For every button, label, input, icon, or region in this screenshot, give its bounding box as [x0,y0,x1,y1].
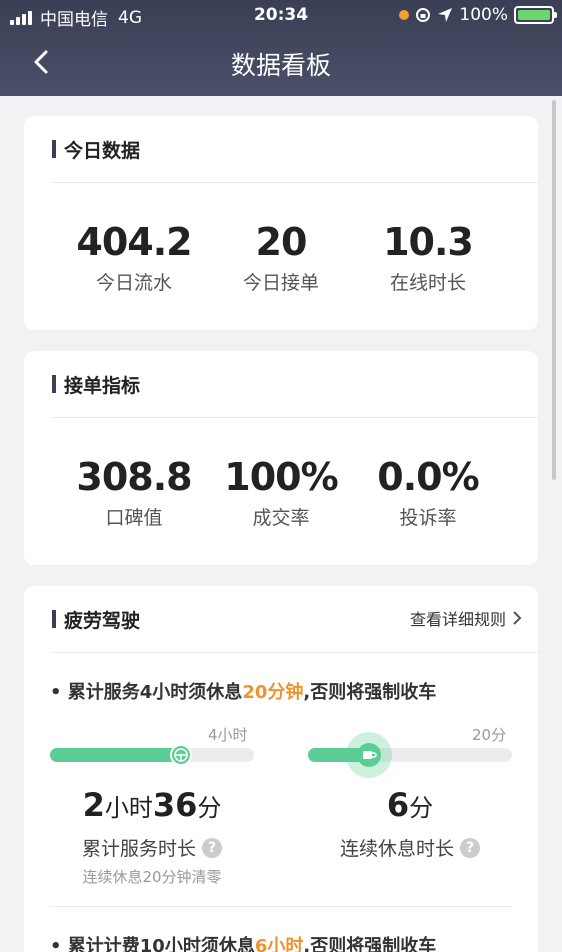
header: 中国电信 4G 20:34 100% 数据看板 [0,0,562,96]
battery-percent: 100% [459,5,508,25]
label-text: 累计服务时长 [81,838,196,860]
fatigue-driving-card: 疲劳驾驶 查看详细规则 • 累计服务4小时须休息20分钟,否则将强制收车 4小时… [24,586,538,952]
rule-billing-hours: • 累计计费10小时须休息6小时,否则将强制收车 [50,932,436,952]
chevron-right-icon [513,611,522,625]
divider [52,652,538,653]
view-rules-label: 查看详细规则 [409,610,506,629]
service-reset-note: 连续休息20分钟清零 [82,868,222,886]
stat-label: 在线时长 [389,272,466,294]
service-progress-bar [50,748,254,762]
rule-text: 累计计费10小时须休息 [67,936,255,952]
stat-value: 20 [255,220,308,264]
divider [52,417,538,418]
scrollbar[interactable] [552,100,556,480]
stat-complaint-rate: 0.0% 投诉率 [348,455,508,530]
rest-duration-label: 连续休息时长 ? [300,834,520,861]
stat-value: 308.8 [76,455,192,499]
stat-label: 投诉率 [399,507,457,529]
stat-today-revenue: 404.2 今日流水 [54,220,214,295]
service-cap-label: 4小时 [208,726,248,744]
today-data-card: 今日数据 404.2 今日流水 20 今日接单 10.3 在线时长 [24,116,538,330]
view-rules-link[interactable]: 查看详细规则 [410,606,522,630]
stat-value: 0.0% [377,455,479,499]
minutes-unit: 分 [409,794,434,822]
service-progress-fill [50,748,181,762]
battery-icon [514,6,557,24]
stat-label: 今日流水 [95,272,172,294]
rule-highlight: 20分钟 [242,682,304,703]
today-card-title: 今日数据 [52,136,140,163]
minutes-unit: 分 [197,794,222,822]
stat-value: 10.3 [383,220,474,264]
orders-card-title: 接单指标 [52,371,140,398]
rest-cap-label: 20分 [472,726,507,744]
fatigue-card-title: 疲劳驾驶 [52,606,140,633]
stat-online-hours: 10.3 在线时长 [348,220,508,295]
minutes-value: 6 [386,786,410,824]
divider [52,182,538,183]
coffee-cup-icon [346,732,393,778]
hours-value: 2 [82,786,105,824]
label-text: 连续休息时长 [339,838,454,860]
rule-text: ,否则将强制收车 [303,682,437,703]
order-metrics-card: 接单指标 308.8 口碑值 100% 成交率 0.0% 投诉率 [24,351,538,565]
help-question-icon[interactable]: ? [202,837,222,858]
stat-today-orders: 20 今日接单 [201,220,361,295]
steering-wheel-icon [169,744,192,766]
stat-value: 100% [224,455,338,499]
divider [50,906,512,907]
orientation-lock-icon [416,8,431,22]
rule-service-hours: • 累计服务4小时须休息20分钟,否则将强制收车 [50,682,437,703]
minutes-value: 36 [152,786,198,824]
stat-label: 今日接单 [242,272,319,294]
rule-text: 累计服务4小时须休息 [67,682,243,703]
stat-reputation: 308.8 口碑值 [54,455,214,530]
service-duration-label: 累计服务时长 ? [42,834,262,861]
help-question-icon[interactable]: ? [460,837,480,858]
rule-highlight: 6小时 [254,936,304,952]
stat-label: 成交率 [252,507,310,529]
recording-dot-icon [399,10,410,20]
rule-text: ,否则将强制收车 [303,936,437,952]
page-title: 数据看板 [230,51,331,80]
location-arrow-icon [438,8,453,22]
stat-label: 口碑值 [105,507,163,529]
hours-unit: 小时 [104,794,153,822]
rest-duration-value: 6分 [300,786,520,824]
service-duration-value: 2小时36分 [42,786,262,824]
stat-value: 404.2 [76,220,192,264]
status-bar: 中国电信 4G 20:34 100% [0,0,562,32]
stat-deal-rate: 100% 成交率 [201,455,361,530]
rest-progress-bar [308,748,512,762]
